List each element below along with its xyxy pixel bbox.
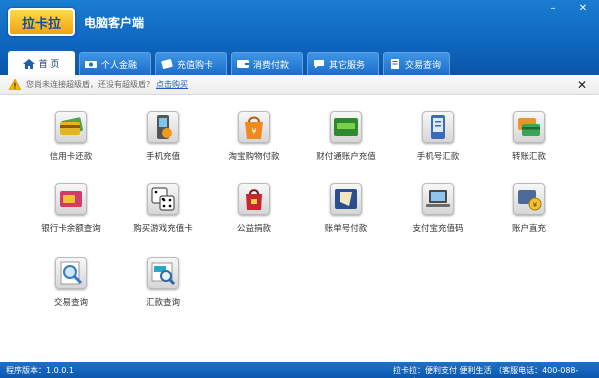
- service-bill-pay[interactable]: 账单号付款: [300, 183, 392, 243]
- service-remit-query[interactable]: 汇款查询: [117, 257, 209, 317]
- service-mobile-transfer[interactable]: 手机号汇款: [392, 111, 484, 171]
- slogan-text: 拉卡拉：便利支付 便利生活 （客服电话：400-088-1234）: [393, 366, 579, 378]
- notice-close-button[interactable]: ✕: [577, 78, 587, 92]
- mobile-phone-icon: [147, 111, 179, 143]
- service-label: 账户直充: [511, 224, 546, 234]
- game-dice-icon: [147, 183, 179, 215]
- chat-icon: [313, 59, 325, 69]
- service-transaction-query[interactable]: 交易查询: [25, 257, 117, 317]
- status-bar: 程序版本：1.0.0.1 拉卡拉：便利支付 便利生活 （客服电话：400-088…: [0, 362, 599, 378]
- tab-other-services[interactable]: 其它服务: [307, 52, 379, 75]
- money-icon: [85, 59, 97, 69]
- service-label: 账单号付款: [324, 224, 368, 234]
- service-label: 公益捐款: [236, 224, 271, 234]
- service-tenpay-topup[interactable]: 财付通账户充值: [300, 111, 392, 171]
- tab-other-services-label: 其它服务: [329, 60, 366, 71]
- service-game-card[interactable]: 购买游戏充值卡: [117, 183, 209, 243]
- service-label: 支付宝充值码: [412, 224, 464, 234]
- version-text: 程序版本：1.0.0.1: [6, 366, 74, 375]
- wallet-icon: [237, 59, 249, 69]
- minimize-button[interactable]: –: [546, 3, 560, 15]
- service-donation[interactable]: 公益捐款: [208, 183, 300, 243]
- service-alipay-code[interactable]: 支付宝充值码: [392, 183, 484, 243]
- home-icon: [22, 58, 35, 69]
- service-label: 财付通账户充值: [316, 152, 376, 162]
- transfer-icon: [513, 111, 545, 143]
- tab-payment-label: 消费付款: [253, 60, 290, 71]
- tab-personal-finance-label: 个人金融: [101, 60, 138, 71]
- tab-recharge[interactable]: 充值购卡: [155, 52, 227, 75]
- service-label: 交易查询: [53, 298, 88, 308]
- service-label: 信用卡还款: [49, 152, 93, 162]
- tab-payment[interactable]: 消费付款: [231, 52, 303, 75]
- service-label: 购买游戏充值卡: [133, 224, 193, 234]
- alipay-laptop-icon: [422, 183, 454, 215]
- service-credit-card-repay[interactable]: 信用卡还款: [25, 111, 117, 171]
- service-label: 银行卡余额查询: [41, 224, 101, 234]
- tab-personal-finance[interactable]: 个人金融: [79, 52, 151, 75]
- service-label: 汇款查询: [145, 298, 180, 308]
- bill-pay-icon: [330, 183, 362, 215]
- service-label: 转账汇款: [511, 152, 546, 162]
- warning-icon: [9, 79, 21, 90]
- close-window-button[interactable]: ✕: [576, 3, 590, 15]
- mobile-transfer-icon: [422, 111, 454, 143]
- main-tabs: 首 页 个人金融 充值购卡 消费付款 其它服务 交易查询: [8, 51, 454, 75]
- donation-bag-icon: [238, 183, 270, 215]
- notice-text: 您尚未连接超级盾，还没有超级盾？: [26, 80, 154, 89]
- title-bar: 拉卡拉 电脑客户端 – ✕ 首 页 个人金融 充值购卡 消费付款 其它服务 交易…: [0, 0, 599, 75]
- credit-card-icon: [55, 111, 87, 143]
- tab-home[interactable]: 首 页: [8, 51, 75, 75]
- tab-home-label: 首 页: [38, 60, 60, 70]
- account-topup-icon: ¥: [513, 183, 545, 215]
- app-title: 电脑客户端: [84, 16, 145, 30]
- service-label: 手机号汇款: [416, 152, 460, 162]
- tenpay-icon: [330, 111, 362, 143]
- taobao-bag-icon: ¥: [238, 111, 270, 143]
- remit-search-icon: [147, 257, 179, 289]
- svg-text:¥: ¥: [251, 127, 256, 136]
- service-mobile-recharge[interactable]: 手机充值: [117, 111, 209, 171]
- card-icon: [161, 59, 173, 69]
- card-balance-icon: [55, 183, 87, 215]
- logo-text: 拉卡拉: [21, 16, 61, 32]
- tab-transaction-query[interactable]: 交易查询: [383, 52, 450, 75]
- buy-link[interactable]: 点击购买: [156, 79, 188, 90]
- tab-transaction-query-label: 交易查询: [405, 60, 442, 71]
- document-icon: [389, 59, 401, 69]
- service-bank-transfer[interactable]: 转账汇款: [483, 111, 575, 171]
- service-account-topup[interactable]: ¥ 账户直充: [483, 183, 575, 243]
- svg-text:¥: ¥: [533, 201, 538, 209]
- notice-bar: 您尚未连接超级盾，还没有超级盾？ 点击购买 ✕: [0, 75, 599, 95]
- tab-recharge-label: 充值购卡: [177, 60, 214, 71]
- search-magnifier-icon: [55, 257, 87, 289]
- service-card-balance[interactable]: 银行卡余额查询: [25, 183, 117, 243]
- service-taobao-pay[interactable]: ¥ 淘宝购物付款: [208, 111, 300, 171]
- lakala-logo: 拉卡拉: [8, 8, 75, 36]
- service-label: 淘宝购物付款: [228, 152, 280, 162]
- service-label: 手机充值: [145, 152, 180, 162]
- service-grid: 信用卡还款 手机充值 ¥ 淘宝购物付款 财付通账户充值 手机号汇款 转账汇款 银…: [0, 95, 599, 362]
